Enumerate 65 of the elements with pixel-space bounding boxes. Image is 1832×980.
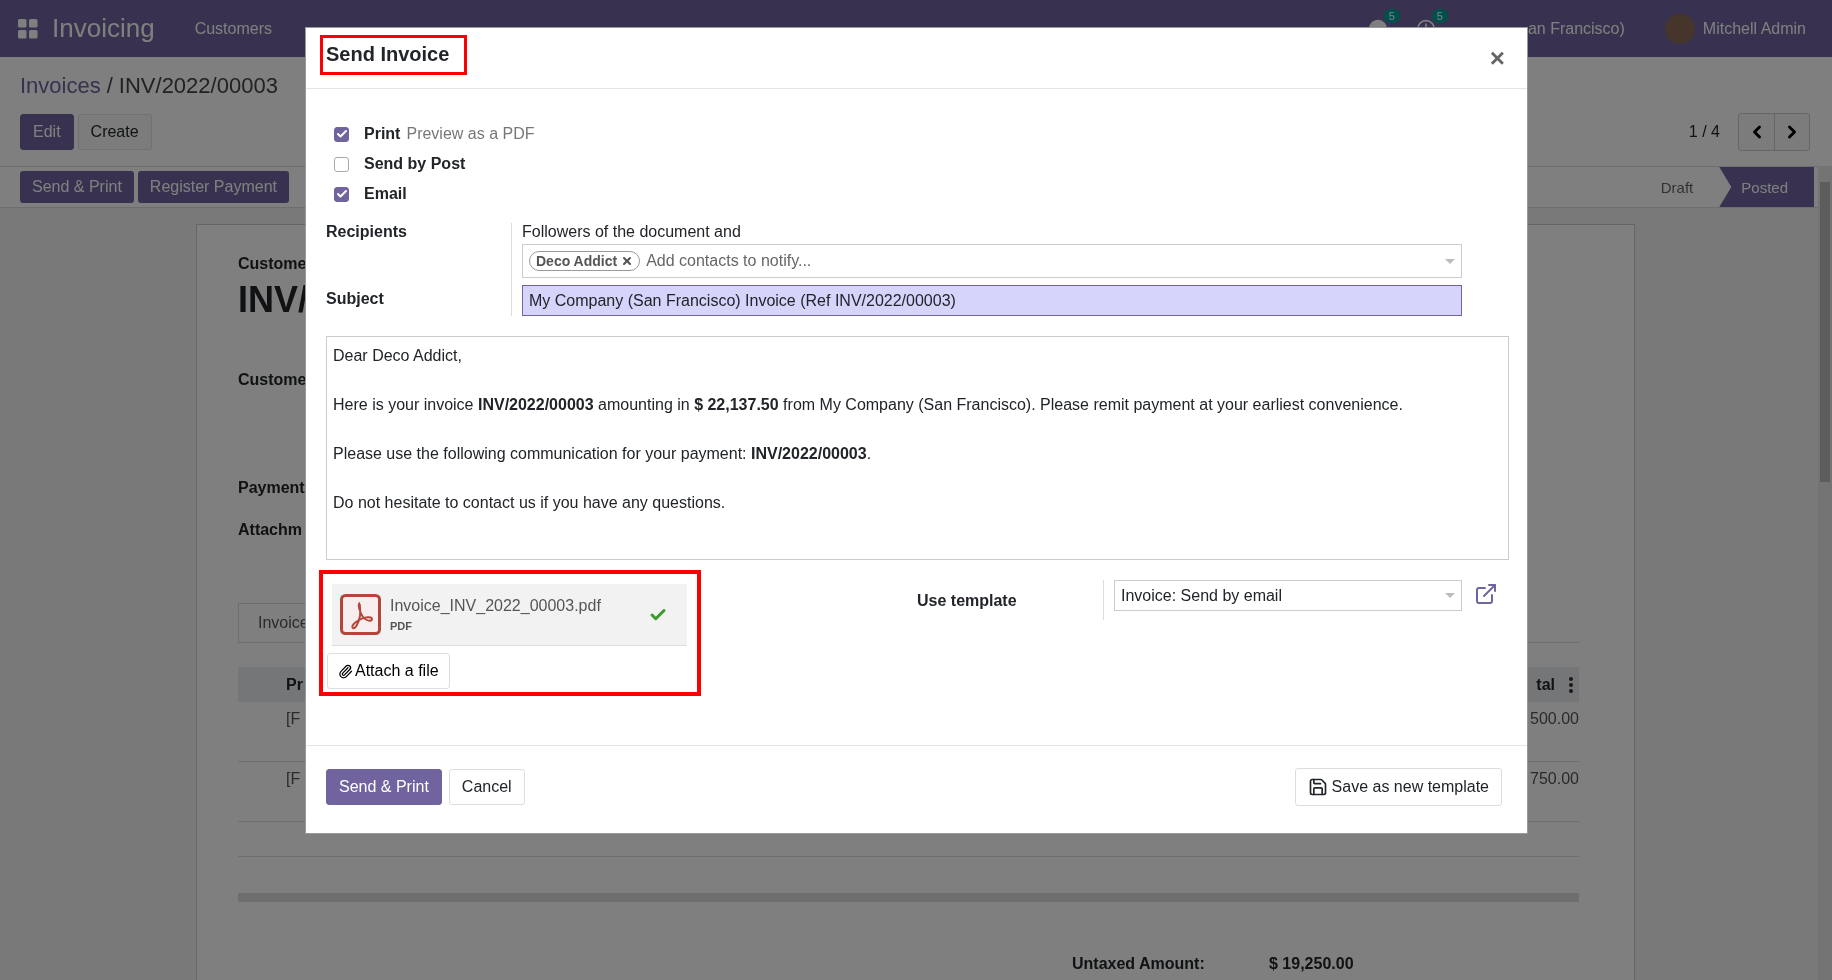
action-button[interactable]: Register Payment: [137, 171, 289, 203]
save-template-button[interactable]: Save as new template: [1294, 767, 1502, 806]
pdf-file-icon: [340, 594, 381, 635]
table-cell-text: 500.00: [1530, 710, 1579, 729]
cancel-button[interactable]: Cancel: [448, 768, 525, 805]
totals-value: $ 19,250.00: [1269, 955, 1354, 973]
column-header: tal: [1536, 675, 1555, 694]
email-body-editor[interactable]: [326, 336, 1509, 560]
subject-field[interactable]: My Company (San Francisco) Invoice (Ref INV/2022/00003): [522, 285, 1462, 316]
option-label[interactable]: Email: [364, 185, 407, 203]
send-print-button[interactable]: Send & Print: [326, 768, 442, 805]
apps-grid-icon[interactable]: [18, 18, 38, 39]
attachment-card[interactable]: Invoice_INV_2022_00003.pdf PDF: [332, 584, 687, 646]
field-label: Use template: [917, 592, 1017, 609]
table-cell-text: [F: [286, 710, 301, 729]
column-header: Pr: [286, 675, 303, 694]
field-label: Subject: [326, 290, 384, 307]
app-name: Invoicing: [52, 13, 155, 44]
breadcrumb-current: INV/2022/00003: [118, 73, 278, 99]
status-stage[interactable]: Posted: [1719, 167, 1814, 207]
breadcrumb-link[interactable]: Invoices: [20, 73, 101, 99]
external-link-icon[interactable]: [1474, 582, 1498, 606]
user-name[interactable]: Mitchell Admin: [1702, 19, 1806, 38]
field-label: Attachm: [238, 521, 302, 539]
dialog-title: Send Invoice: [326, 43, 450, 66]
company-switcher[interactable]: an Francisco): [1527, 19, 1625, 38]
create-button[interactable]: Create: [77, 114, 152, 150]
status-stage[interactable]: Draft: [1638, 167, 1720, 207]
paperclip-icon: [338, 663, 353, 679]
close-button[interactable]: ×: [1489, 42, 1505, 74]
checkbox[interactable]: [334, 126, 349, 142]
attachment-type: PDF: [390, 620, 413, 632]
field-label: Payment: [238, 479, 305, 497]
scrollbar[interactable]: [1818, 166, 1832, 980]
email-paragraph: Please use the following communication for your payment: INV/2022/00003.: [333, 444, 873, 464]
breadcrumb-separator: /: [106, 73, 113, 99]
recipients-note: Followers of the document and: [522, 223, 742, 241]
action-button[interactable]: Send & Print: [20, 171, 134, 203]
pager-value: 1 / 4: [1688, 123, 1720, 141]
option-label[interactable]: Print: [364, 125, 401, 143]
field-label: Custome: [238, 371, 307, 389]
template-select[interactable]: Invoice: Send by email: [1114, 580, 1462, 611]
recipients-field[interactable]: Deco Addict Add contacts to notify...: [522, 244, 1462, 278]
totals-label: Untaxed Amount:: [1072, 955, 1206, 973]
edit-button[interactable]: Edit: [20, 114, 74, 150]
messages-badge: 5: [1383, 8, 1400, 23]
email-paragraph: Do not hesitate to contact us if you have any questions.: [333, 493, 727, 513]
remove-icon[interactable]: [621, 255, 634, 267]
field-label: Recipients: [326, 223, 407, 240]
invoice-title: INV/: [238, 279, 308, 321]
attach-file-button[interactable]: Attach a file: [327, 653, 450, 689]
option-label[interactable]: Send by Post: [364, 155, 466, 173]
table-cell-text: [F: [286, 770, 301, 789]
attachment-name: Invoice_INV_2022_00003.pdf: [390, 597, 601, 615]
kebab-icon[interactable]: [1569, 676, 1573, 693]
checkbox[interactable]: [334, 186, 349, 202]
email-paragraph: Dear Deco Addict,: [333, 346, 463, 366]
email-paragraph: Here is your invoice INV/2022/00003 amounting in $ 22,137.50 from My Company (San Francisco). Please remit payment at your earliest convenience.: [333, 395, 1404, 415]
activities-badge: 5: [1431, 8, 1448, 23]
menu-item[interactable]: Customers: [194, 19, 272, 38]
save-icon: [1307, 776, 1328, 797]
option-hint: Preview as a PDF: [406, 125, 535, 143]
checkbox[interactable]: [334, 156, 349, 172]
table-cell-text: 750.00: [1530, 770, 1579, 789]
field-label: Custome: [238, 255, 307, 273]
